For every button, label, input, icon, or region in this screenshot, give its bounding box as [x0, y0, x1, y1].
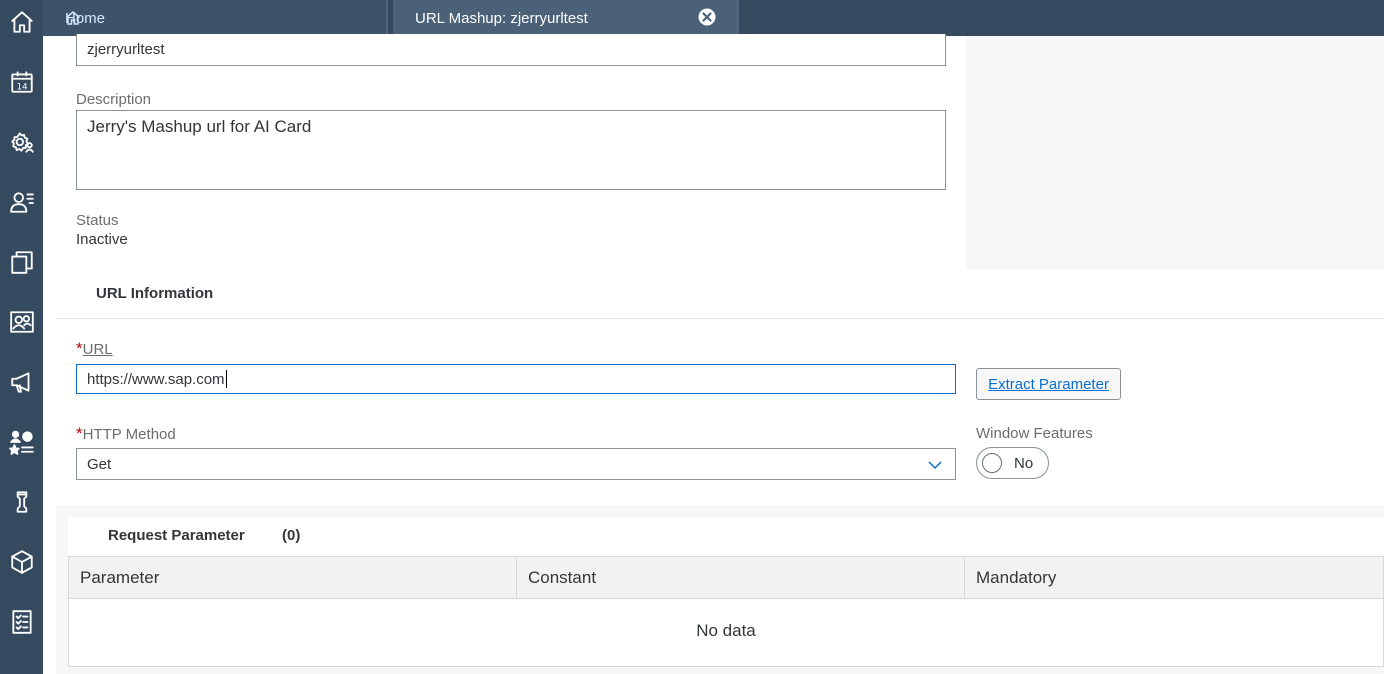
name-field[interactable]: zjerryurltest	[76, 34, 946, 66]
rail-customer[interactable]	[0, 182, 43, 222]
required-marker: *	[76, 424, 83, 443]
home-icon	[10, 11, 33, 33]
http-method-select[interactable]: Get	[76, 448, 956, 480]
required-marker: *	[76, 339, 83, 358]
calendar-icon: 14	[10, 71, 33, 93]
request-parameter-table: Parameter Constant Mandatory No data	[68, 556, 1384, 667]
rail-people-rating[interactable]	[0, 422, 43, 462]
http-method-label: *HTTP Method	[76, 424, 176, 444]
switch-state-text: No	[1014, 455, 1034, 472]
http-method-label-text: HTTP Method	[82, 426, 176, 443]
request-parameter-panel: Request Parameter (0) Parameter Constant…	[56, 505, 1384, 674]
tab-active-label: URL Mashup: zjerryurltest	[415, 9, 588, 27]
text-cursor	[225, 370, 227, 388]
tab-home[interactable]: Home	[43, 0, 386, 36]
megaphone-icon	[10, 372, 29, 393]
window-features-label: Window Features	[976, 425, 1093, 442]
section-divider	[56, 318, 1384, 319]
copy-icon	[10, 251, 33, 274]
side-panel	[966, 36, 1384, 269]
http-method-value: Get	[87, 455, 112, 473]
rail-group[interactable]	[0, 302, 43, 342]
extract-parameter-button[interactable]: Extract Parameter	[976, 368, 1121, 400]
people-rating-icon	[8, 430, 34, 455]
description-value: Jerry's Mashup url for AI Card	[87, 117, 312, 136]
tab-divider	[386, 0, 388, 36]
table-header: Parameter Constant Mandatory	[69, 557, 1383, 599]
status-label: Status	[76, 212, 119, 229]
description-label: Description	[76, 91, 152, 108]
settings-user-icon	[10, 132, 34, 153]
rail-home[interactable]	[0, 2, 43, 42]
tab-url-mashup[interactable]: URL Mashup: zjerryurltest	[393, 0, 737, 36]
tab-home-label: Home	[65, 9, 106, 27]
rail-tasks[interactable]	[0, 602, 43, 642]
request-parameter-count: (0)	[282, 527, 301, 544]
column-header-parameter[interactable]: Parameter	[69, 557, 517, 599]
product-icon	[10, 550, 33, 574]
rail-copy[interactable]	[0, 242, 43, 282]
request-parameter-header: Request Parameter (0)	[68, 517, 1384, 557]
tab-bar: Home URL Mashup: zjerryurltest	[43, 0, 1384, 36]
status-value: Inactive	[76, 231, 128, 248]
switch-knob	[982, 453, 1002, 473]
chess-icon	[16, 491, 27, 513]
close-icon[interactable]	[697, 7, 717, 27]
url-input-value: https://www.sap.com	[87, 370, 225, 388]
group-icon	[9, 311, 34, 333]
rail-settings-user[interactable]	[0, 122, 43, 162]
customer-icon	[9, 192, 34, 213]
url-information-title: URL Information	[96, 285, 214, 302]
chevron-down-icon[interactable]	[927, 457, 943, 473]
rail-strategy[interactable]	[0, 482, 43, 522]
url-input[interactable]: https://www.sap.com	[76, 364, 956, 394]
svg-text:14: 14	[16, 83, 28, 93]
name-field-value: zjerryurltest	[87, 41, 165, 58]
rail-calendar[interactable]: 14	[0, 62, 43, 102]
column-header-mandatory[interactable]: Mandatory	[965, 557, 1384, 599]
rail-products[interactable]	[0, 542, 43, 582]
url-label: *URL	[76, 339, 113, 359]
request-parameter-title: Request Parameter	[108, 527, 245, 544]
url-label-text: URL	[82, 341, 113, 358]
tab-divider	[737, 0, 739, 36]
column-header-constant[interactable]: Constant	[517, 557, 965, 599]
rail-campaigns[interactable]	[0, 362, 43, 402]
description-textarea[interactable]: Jerry's Mashup url for AI Card	[76, 110, 946, 190]
no-data-text: No data	[696, 621, 756, 640]
side-navigation: 14	[0, 0, 43, 674]
checklist-icon	[11, 610, 32, 634]
window-features-switch[interactable]: No	[976, 447, 1049, 479]
